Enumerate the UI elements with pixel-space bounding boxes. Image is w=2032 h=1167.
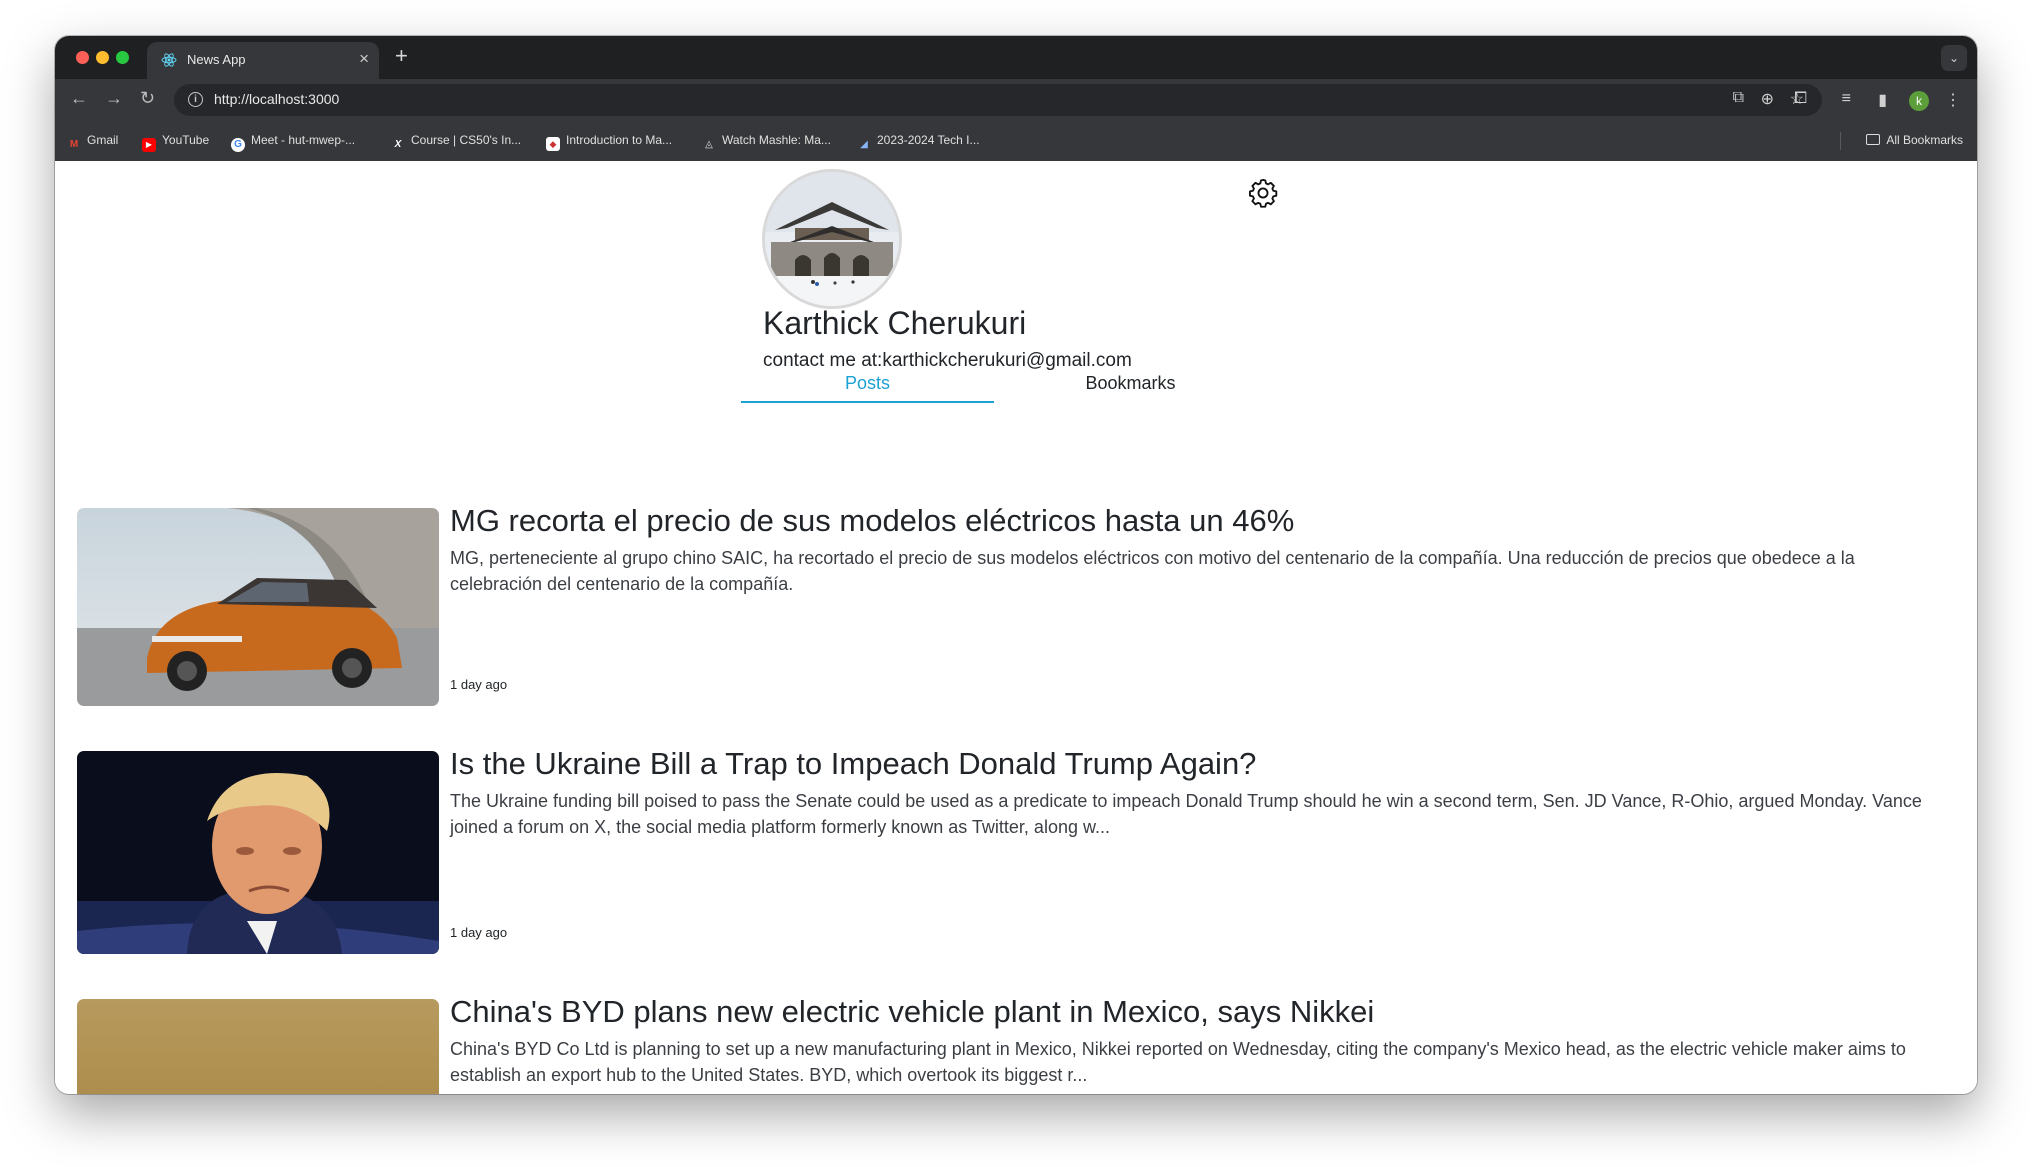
page-content: Karthick Cherukuri contact me at:karthic…: [55, 161, 1977, 1094]
browser-toolbar: ← → ↻ i http://localhost:3000 ⧉ ⊕ ☆ ⧠ ≡ …: [55, 79, 1977, 121]
bookmark-label: Gmail: [87, 133, 119, 147]
profile-name: Karthick Cherukuri: [763, 305, 1027, 341]
profile-picture: [762, 169, 902, 309]
bookmark-label: 2023-2024 Tech I...: [877, 133, 980, 147]
youtube-icon: ▶: [142, 138, 156, 152]
maximize-window-button[interactable]: [116, 51, 129, 64]
post-title[interactable]: China's BYD plans new electric vehicle p…: [450, 994, 1374, 1030]
bookmark-label: Watch Mashle: Ma...: [722, 133, 831, 147]
post-card[interactable]: MG recorta el precio de sus modelos eléc…: [77, 503, 1957, 708]
reading-list-icon[interactable]: ≡: [1842, 90, 1851, 108]
post-description: MG, perteneciente al grupo chino SAIC, h…: [450, 548, 1855, 594]
tab-title: News App: [187, 52, 246, 67]
byd-image: [77, 999, 439, 1094]
new-tab-button[interactable]: +: [395, 43, 408, 69]
install-app-icon[interactable]: ⧉: [1733, 89, 1744, 107]
post-thumbnail[interactable]: [77, 751, 439, 954]
google-icon: G: [231, 138, 245, 152]
bookmark-meet[interactable]: G Meet - hut-mwep-...: [231, 133, 355, 152]
folder-icon: [1866, 134, 1881, 145]
url-text[interactable]: http://localhost:3000: [214, 91, 339, 107]
bookmark-cs50[interactable]: X Course | CS50's In...: [391, 133, 521, 152]
palace-image: [765, 172, 899, 306]
profile-avatar[interactable]: k: [1909, 91, 1929, 111]
minimize-window-button[interactable]: [96, 51, 109, 64]
site-info-icon[interactable]: i: [188, 92, 203, 107]
x-icon: X: [394, 139, 402, 150]
post-card[interactable]: Is the Ukraine Bill a Trap to Impeach Do…: [77, 746, 1957, 956]
react-icon: [161, 53, 177, 67]
extensions-icon[interactable]: ⧠: [1794, 90, 1807, 108]
settings-gear-icon[interactable]: [1246, 176, 1280, 210]
reload-icon[interactable]: ↻: [140, 88, 155, 109]
bookmarks-divider: [1840, 132, 1841, 150]
bookmark-gmail[interactable]: M Gmail: [67, 133, 119, 152]
crunchyroll-icon: ◬: [705, 139, 713, 150]
post-description: The Ukraine funding bill poised to pass …: [450, 791, 1922, 837]
tab-bookmarks[interactable]: Bookmarks: [993, 345, 1268, 403]
post-card[interactable]: China's BYD plans new electric vehicle p…: [77, 994, 1957, 1094]
post-thumbnail[interactable]: [77, 999, 439, 1094]
all-bookmarks-button[interactable]: All Bookmarks: [1866, 133, 1963, 147]
chart-icon: ◢: [860, 139, 868, 150]
bookmark-label: YouTube: [162, 133, 210, 147]
car-image: [77, 508, 439, 706]
site-icon: ◆: [546, 137, 560, 151]
close-window-button[interactable]: [76, 51, 89, 64]
post-description: China's BYD Co Ltd is planning to set up…: [450, 1039, 1906, 1085]
more-menu-icon[interactable]: ⋮: [1945, 90, 1961, 110]
tab-strip: News App × + ⌄: [55, 36, 1977, 79]
gmail-icon: M: [69, 139, 79, 150]
back-icon[interactable]: ←: [70, 88, 88, 109]
bookmark-label: Meet - hut-mwep-...: [251, 133, 356, 147]
bookmark-tech[interactable]: ◢ 2023-2024 Tech I...: [857, 133, 980, 152]
bookmark-mashle[interactable]: ◬ Watch Mashle: Ma...: [702, 133, 831, 152]
bookmarks-bar: M Gmail ▶ YouTube G Meet - hut-mwep-... X Co…: [55, 121, 1977, 162]
zoom-icon[interactable]: ⊕: [1761, 89, 1774, 109]
forward-icon[interactable]: →: [105, 88, 123, 109]
post-time: 1 day ago: [450, 677, 508, 692]
post-thumbnail[interactable]: [77, 508, 439, 706]
portrait-image: [77, 751, 439, 954]
tab-posts[interactable]: Posts: [741, 345, 994, 403]
bookmark-label: Introduction to Ma...: [566, 133, 673, 147]
bookmark-youtube[interactable]: ▶ YouTube: [142, 133, 209, 152]
tab-close-icon[interactable]: ×: [359, 49, 369, 69]
tab-search-button[interactable]: ⌄: [1941, 45, 1967, 71]
bookmark-label: Course | CS50's In...: [411, 133, 522, 147]
browser-window: News App × + ⌄ ← → ↻ i http://localhost:…: [55, 36, 1977, 1094]
side-panel-icon[interactable]: ▮: [1878, 90, 1887, 110]
all-bookmarks-label: All Bookmarks: [1886, 133, 1963, 147]
bookmark-intro[interactable]: ◆ Introduction to Ma...: [546, 133, 672, 151]
post-title[interactable]: Is the Ukraine Bill a Trap to Impeach Do…: [450, 746, 1256, 782]
browser-tab-news-app[interactable]: News App ×: [147, 42, 379, 79]
post-title[interactable]: MG recorta el precio de sus modelos eléc…: [450, 503, 1294, 539]
post-time: 1 day ago: [450, 925, 508, 940]
address-bar[interactable]: i http://localhost:3000 ⧉ ⊕ ☆: [174, 84, 1822, 116]
